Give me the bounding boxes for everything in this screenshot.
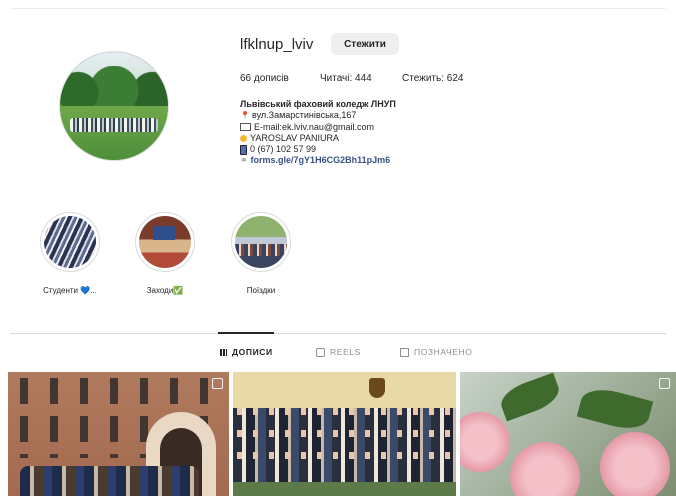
highlight-cover bbox=[139, 216, 191, 268]
table bbox=[233, 482, 456, 496]
avatar-lawn bbox=[60, 106, 168, 160]
carousel-icon bbox=[659, 378, 670, 389]
tab-reels-label: REELS bbox=[330, 347, 361, 357]
highlight-students[interactable]: Студенти 💙... bbox=[39, 212, 101, 295]
tab-posts[interactable]: ДОПИСИ bbox=[220, 347, 273, 357]
bio-address-row: 📍 вул.Замарстинівська,167 bbox=[240, 110, 396, 121]
profile-bio: Львівський фаховий коледж ЛНУП 📍 вул.Зам… bbox=[240, 99, 396, 167]
phone-icon bbox=[240, 144, 247, 155]
tab-tagged-label: ПОЗНАЧЕНО bbox=[414, 347, 473, 357]
reels-icon bbox=[316, 347, 325, 357]
carousel-icon bbox=[212, 378, 223, 389]
profile-avatar[interactable] bbox=[59, 51, 169, 161]
follow-button[interactable]: Стежити bbox=[331, 33, 399, 55]
blossom bbox=[510, 442, 580, 496]
highlight-trips[interactable]: Поїздки bbox=[230, 212, 292, 295]
highlight-ring bbox=[40, 212, 100, 272]
highlight-cover bbox=[235, 216, 287, 268]
leaf bbox=[576, 383, 654, 435]
grid-icon bbox=[220, 348, 227, 356]
post-thumbnail[interactable] bbox=[460, 372, 676, 496]
followers-count[interactable]: Читачі: 444 bbox=[320, 73, 372, 84]
tab-posts-label: ДОПИСИ bbox=[232, 347, 273, 357]
email-icon bbox=[240, 123, 251, 132]
highlight-events[interactable]: Заходи✅ bbox=[134, 212, 196, 295]
bio-phone: 0 (67) 102 57 99 bbox=[250, 144, 317, 155]
blossom bbox=[460, 412, 510, 472]
blossom bbox=[600, 432, 670, 496]
bio-email: E-mail:ek.lviv.nau@gmail.com bbox=[254, 121, 375, 132]
tab-reels[interactable]: REELS bbox=[316, 347, 361, 357]
highlight-ring bbox=[231, 212, 291, 272]
highlight-label: Студенти 💙... bbox=[43, 286, 97, 295]
tagged-icon bbox=[400, 347, 409, 357]
profile-username: lfklnup_lviv bbox=[240, 36, 314, 53]
tab-tagged[interactable]: ПОЗНАЧЕНО bbox=[400, 347, 472, 357]
post-thumbnail[interactable] bbox=[8, 372, 229, 496]
bio-address: вул.Замарстинівська,167 bbox=[252, 110, 357, 121]
bio-phone-row: 0 (67) 102 57 99 bbox=[240, 144, 396, 155]
link-icon: ⚭ bbox=[240, 155, 248, 166]
leaf bbox=[496, 372, 564, 422]
top-divider bbox=[10, 8, 666, 9]
group-photo-people bbox=[20, 466, 199, 496]
post-thumbnail[interactable] bbox=[233, 372, 456, 496]
highlight-label: Поїздки bbox=[246, 286, 276, 295]
highlight-label: Заходи✅ bbox=[146, 286, 184, 295]
avatar-crowd bbox=[70, 118, 158, 132]
bio-contact-row: YAROSLAV PANIURA bbox=[240, 133, 396, 144]
bio-name: Львівський фаховий коледж ЛНУП bbox=[240, 99, 396, 109]
highlight-ring bbox=[135, 212, 195, 272]
posts-count: 66 дописів bbox=[240, 73, 289, 84]
bio-link[interactable]: forms.gle/7gY1H6CG2Bh11pJm6 bbox=[251, 155, 391, 166]
avatar-trees bbox=[60, 66, 168, 110]
pin-icon: 📍 bbox=[240, 111, 250, 121]
bio-link-row[interactable]: ⚭ forms.gle/7gY1H6CG2Bh11pJm6 bbox=[240, 155, 396, 166]
wall-emblem bbox=[369, 378, 385, 398]
tabs-divider bbox=[10, 333, 666, 334]
highlight-cover bbox=[44, 216, 96, 268]
following-count[interactable]: Стежить: 624 bbox=[402, 73, 463, 84]
group-photo-faces bbox=[233, 408, 456, 468]
bio-email-row: E-mail:ek.lviv.nau@gmail.com bbox=[240, 122, 396, 133]
active-tab-indicator bbox=[218, 332, 274, 334]
bio-contact-person: YAROSLAV PANIURA bbox=[250, 132, 340, 143]
sun-icon bbox=[240, 135, 247, 143]
